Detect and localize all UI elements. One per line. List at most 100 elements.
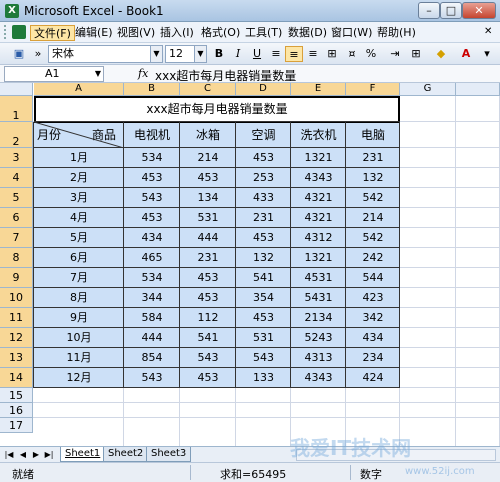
table-header-cell[interactable]: 电视机 (124, 122, 180, 148)
indent-icon[interactable]: ⇥ (386, 46, 404, 62)
borders-icon[interactable]: ⊞ (407, 46, 425, 62)
data-cell[interactable]: 453 (236, 148, 291, 168)
chevron-down-icon[interactable]: ▼ (194, 46, 206, 62)
data-cell[interactable]: 541 (180, 328, 236, 348)
workbook-icon[interactable] (12, 25, 26, 39)
data-cell[interactable]: 342 (346, 308, 400, 328)
data-cell[interactable]: 253 (236, 168, 291, 188)
data-cell[interactable]: 231 (346, 148, 400, 168)
data-cell[interactable]: 433 (236, 188, 291, 208)
data-cell[interactable]: 453 (236, 308, 291, 328)
row-header[interactable]: 11 (0, 308, 33, 328)
data-cell[interactable]: 4321 (291, 208, 346, 228)
data-cell[interactable]: 542 (346, 188, 400, 208)
menu-data[interactable]: 数据(D) (285, 25, 330, 41)
table-header-cell[interactable]: 电脑 (346, 122, 400, 148)
data-cell[interactable]: 134 (180, 188, 236, 208)
row-header[interactable]: 14 (0, 368, 33, 388)
row-header[interactable]: 9 (0, 268, 33, 288)
data-cell[interactable]: 453 (180, 168, 236, 188)
maximize-button[interactable]: □ (440, 2, 462, 19)
excel-app-icon[interactable]: X (5, 4, 19, 18)
row-header[interactable]: 12 (0, 328, 33, 348)
month-cell[interactable]: 2月 (34, 168, 124, 188)
menu-file[interactable]: 文件(F) (30, 25, 75, 41)
data-cell[interactable]: 423 (346, 288, 400, 308)
data-cell[interactable]: 444 (124, 328, 180, 348)
data-cell[interactable]: 214 (346, 208, 400, 228)
data-cell[interactable]: 4531 (291, 268, 346, 288)
month-cell[interactable]: 4月 (34, 208, 124, 228)
row-header[interactable]: 10 (0, 288, 33, 308)
data-cell[interactable]: 424 (346, 368, 400, 388)
data-cell[interactable]: 1321 (291, 248, 346, 268)
last-sheet-icon[interactable]: ▶| (44, 449, 54, 461)
month-cell[interactable]: 9月 (34, 308, 124, 328)
data-cell[interactable]: 453 (124, 208, 180, 228)
currency-icon[interactable]: ¤ (343, 46, 361, 62)
worksheet-grid[interactable]: A B C D E F G 1 2 3 4 5 6 7 8 9 10 11 12 13 14 15 16 17 xxx超市每月电… (0, 83, 500, 446)
data-cell[interactable]: 534 (124, 268, 180, 288)
data-cell[interactable]: 231 (236, 208, 291, 228)
column-header-d[interactable]: D (236, 83, 291, 96)
data-cell[interactable]: 4343 (291, 168, 346, 188)
font-color-icon[interactable]: A (457, 46, 475, 62)
data-cell[interactable]: 112 (180, 308, 236, 328)
tab-sheet1[interactable]: Sheet1 (60, 447, 106, 462)
chevron-down-icon[interactable]: ▼ (95, 67, 101, 81)
data-cell[interactable]: 543 (236, 348, 291, 368)
save-icon[interactable]: ▣ (10, 46, 28, 62)
first-sheet-icon[interactable]: |◀ (4, 449, 14, 461)
column-header-a[interactable]: A (34, 83, 124, 96)
row-header[interactable]: 6 (0, 208, 33, 228)
data-cell[interactable]: 531 (180, 208, 236, 228)
row-header[interactable]: 2 (0, 122, 33, 148)
data-cell[interactable]: 542 (346, 228, 400, 248)
percent-button[interactable]: % (362, 46, 380, 62)
close-button[interactable]: ✕ (462, 2, 496, 19)
row-header[interactable]: 8 (0, 248, 33, 268)
data-cell[interactable]: 132 (346, 168, 400, 188)
column-header-f[interactable]: F (346, 83, 400, 96)
minimize-button[interactable]: – (418, 2, 440, 19)
row-header[interactable]: 5 (0, 188, 33, 208)
data-cell[interactable]: 534 (124, 148, 180, 168)
data-cell[interactable]: 543 (124, 368, 180, 388)
menu-grip[interactable] (4, 25, 7, 39)
data-cell[interactable]: 5431 (291, 288, 346, 308)
font-name-select[interactable]: 宋体 ▼ (48, 45, 163, 63)
data-cell[interactable]: 453 (180, 368, 236, 388)
data-cell[interactable]: 4321 (291, 188, 346, 208)
data-cell[interactable]: 453 (180, 268, 236, 288)
month-cell[interactable]: 7月 (34, 268, 124, 288)
data-cell[interactable]: 4312 (291, 228, 346, 248)
underline-button[interactable]: U (248, 46, 266, 62)
data-cell[interactable]: 465 (124, 248, 180, 268)
data-cell[interactable]: 5243 (291, 328, 346, 348)
menu-view[interactable]: 视图(V) (114, 25, 158, 41)
month-cell[interactable]: 10月 (34, 328, 124, 348)
tab-sheet3[interactable]: Sheet3 (146, 447, 192, 462)
menu-edit[interactable]: 编辑(E) (72, 25, 116, 41)
month-cell[interactable]: 12月 (34, 368, 124, 388)
table-header-cell[interactable]: 空调 (236, 122, 291, 148)
row-header[interactable]: 4 (0, 168, 33, 188)
row-header[interactable]: 15 (0, 388, 33, 403)
toolbar-options-icon[interactable]: ▾ (478, 46, 496, 62)
row-header[interactable]: 16 (0, 403, 33, 418)
column-header-e[interactable]: E (291, 83, 346, 96)
formula-input[interactable]: xxx超市每月电器销量数量 (155, 67, 296, 84)
insert-function-icon[interactable]: fx (138, 67, 148, 80)
data-cell[interactable]: 544 (346, 268, 400, 288)
align-left-icon[interactable]: ≡ (267, 46, 285, 62)
data-cell[interactable]: 543 (180, 348, 236, 368)
month-cell[interactable]: 5月 (34, 228, 124, 248)
toolbar-more-icon[interactable]: » (29, 46, 47, 62)
table-header-cell[interactable]: 洗衣机 (291, 122, 346, 148)
month-cell[interactable]: 6月 (34, 248, 124, 268)
data-cell[interactable]: 4343 (291, 368, 346, 388)
align-right-icon[interactable]: ≡ (304, 46, 322, 62)
data-cell[interactable]: 354 (236, 288, 291, 308)
select-all-corner[interactable] (0, 83, 33, 96)
menu-insert[interactable]: 插入(I) (157, 25, 197, 41)
